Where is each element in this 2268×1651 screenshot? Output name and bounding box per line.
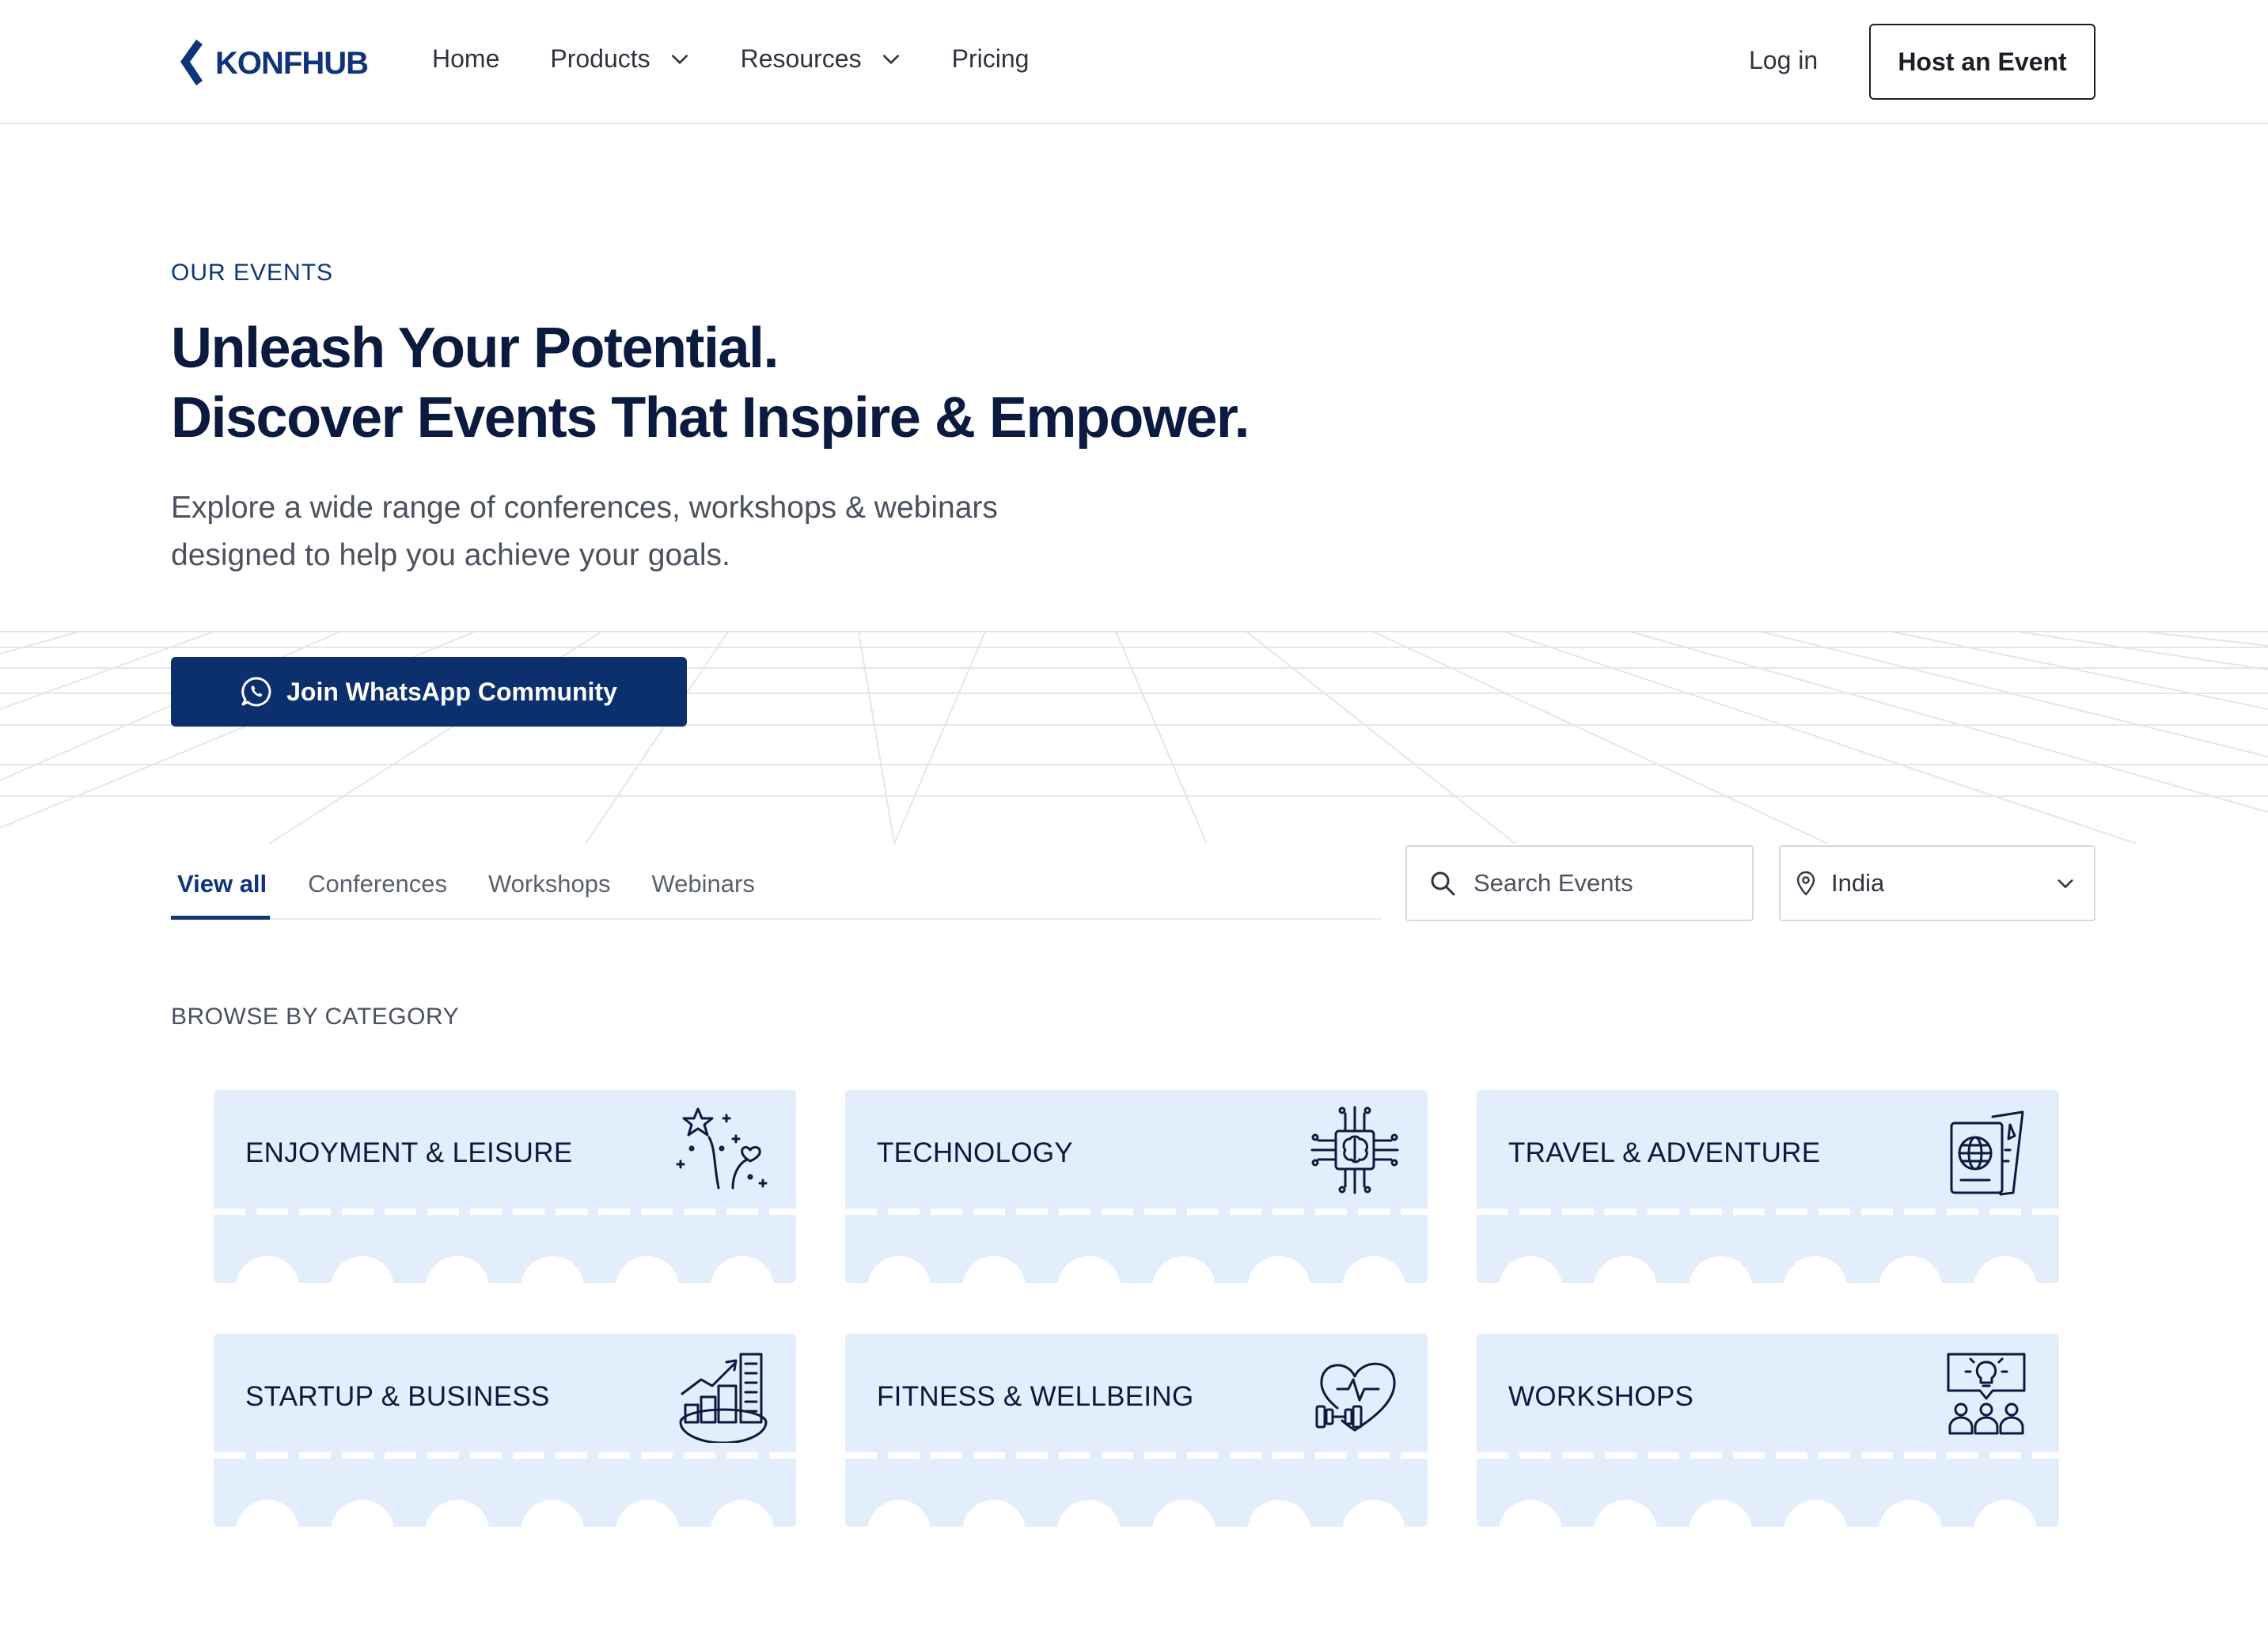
category-label: TRAVEL & ADVENTURE [1508, 1137, 1821, 1168]
ticket-perforation [1477, 1209, 2059, 1215]
tab-view-all[interactable]: View all [171, 867, 271, 920]
nav-home-label: Home [432, 44, 500, 73]
passport-icon [1950, 1110, 2024, 1196]
login-link[interactable]: Log in [1749, 46, 1818, 75]
tab-conferences[interactable]: Conferences [302, 867, 450, 920]
chevron-down-icon [2058, 879, 2073, 888]
city-growth-icon [679, 1353, 768, 1443]
nav-products-label: Products [550, 44, 650, 73]
whatsapp-icon [241, 677, 271, 707]
search-events-box[interactable] [1405, 845, 1754, 921]
category-card-travel[interactable]: TRAVEL & ADVENTURE [1477, 1090, 2059, 1283]
search-icon [1431, 871, 1455, 896]
category-label: ENJOYMENT & LEISURE [245, 1137, 573, 1168]
browse-category-heading: BROWSE BY CATEGORY [171, 1004, 460, 1030]
category-card-startup[interactable]: STARTUP & BUSINESS [214, 1334, 796, 1527]
hero-subtitle-line-2: designed to help you achieve your goals. [171, 538, 730, 572]
chevron-down-icon [671, 54, 688, 64]
tab-webinars[interactable]: Webinars [645, 867, 757, 920]
join-whatsapp-button[interactable]: Join WhatsApp Community [171, 657, 687, 727]
hero-eyebrow: OUR EVENTS [171, 260, 334, 286]
brand-name: KONFHUB [215, 45, 369, 81]
join-whatsapp-label: Join WhatsApp Community [286, 677, 617, 706]
idea-group-icon [1947, 1353, 2026, 1435]
hero-subtitle: Explore a wide range of conferences, wor… [171, 484, 1121, 579]
nav-resources[interactable]: Resources [741, 44, 901, 74]
heart-dumbbell-icon [1315, 1362, 1396, 1432]
category-card-fitness[interactable]: FITNESS & WELLBEING [845, 1334, 1428, 1527]
ticket-perforation [1477, 1452, 2059, 1459]
nav-pricing-label: Pricing [951, 44, 1030, 73]
category-label: STARTUP & BUSINESS [245, 1381, 550, 1412]
search-events-input[interactable] [1473, 869, 1743, 898]
chevron-down-icon [882, 54, 899, 64]
category-card-technology[interactable]: TECHNOLOGY [845, 1090, 1428, 1283]
location-value: India [1831, 869, 1885, 897]
hero-title-line-2: Discover Events That Inspire & Empower. [171, 386, 1250, 450]
ticket-scallops-decoration [236, 1500, 774, 1527]
ticket-scallops-decoration [236, 1256, 774, 1283]
tab-workshops[interactable]: Workshops [482, 867, 614, 920]
nav-pricing[interactable]: Pricing [952, 44, 1030, 74]
hero-subtitle-line-1: Explore a wide range of conferences, wor… [171, 491, 998, 525]
category-card-enjoyment[interactable]: ENJOYMENT & LEISURE [214, 1090, 796, 1283]
hero-title: Unleash Your Potential. Discover Events … [171, 313, 1437, 453]
ticket-perforation [214, 1452, 796, 1459]
main-nav: Home Products Resources Pricing [432, 44, 1079, 74]
chip-brain-icon [1310, 1106, 1399, 1194]
hero-title-line-1: Unleash Your Potential. [171, 317, 779, 380]
category-label: FITNESS & WELLBEING [877, 1381, 1194, 1412]
category-label: TECHNOLOGY [877, 1137, 1074, 1168]
konfhub-logo-icon [180, 40, 203, 85]
ticket-perforation [845, 1452, 1428, 1459]
ticket-perforation [214, 1209, 796, 1215]
event-type-tabs: View all Conferences Workshops Webinars [171, 867, 1382, 920]
ticket-scallops-decoration [867, 1500, 1405, 1527]
host-event-button[interactable]: Host an Event [1869, 24, 2095, 100]
location-pin-icon [1796, 871, 1815, 896]
category-label: WORKSHOPS [1508, 1381, 1694, 1412]
nav-products[interactable]: Products [550, 44, 689, 74]
nav-resources-label: Resources [740, 44, 862, 73]
konfhub-logo[interactable]: KONFHUB [176, 38, 369, 89]
ticket-scallops-decoration [1499, 1256, 2037, 1283]
ticket-scallops-decoration [867, 1256, 1405, 1283]
location-select[interactable]: India [1779, 845, 2095, 921]
ticket-scallops-decoration [1499, 1500, 2037, 1527]
ticket-perforation [845, 1209, 1428, 1215]
fireworks-icon [676, 1107, 768, 1190]
nav-home[interactable]: Home [432, 44, 499, 74]
site-header: KONFHUB Home Products Resources Pricing … [0, 0, 2268, 124]
category-card-workshops[interactable]: WORKSHOPS [1477, 1334, 2059, 1527]
